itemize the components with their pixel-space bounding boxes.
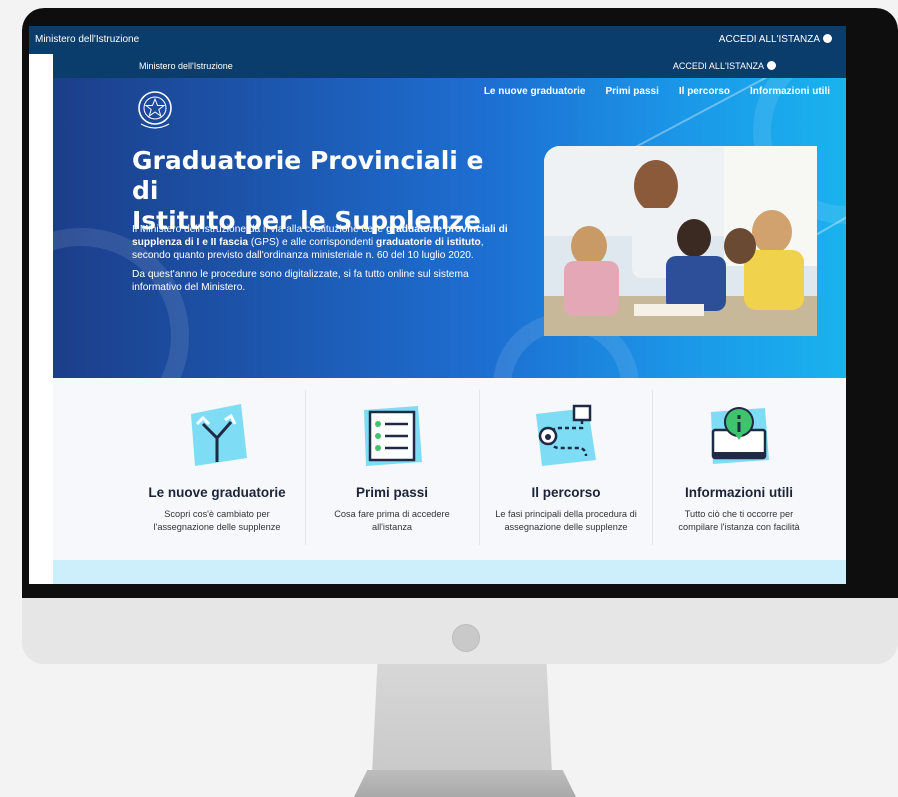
nav-bar: Ministero dell'Istruzione ACCEDI ALL'IST… — [53, 54, 846, 78]
nav-item-informazioni-utili[interactable]: Informazioni utili — [750, 86, 830, 97]
route-icon — [536, 404, 596, 466]
monitor-stand-base — [354, 770, 576, 797]
info-monitor-icon — [711, 407, 769, 464]
top-bar-login-link[interactable]: ACCEDI ALL'ISTANZA — [719, 34, 832, 45]
nav-item-primi-passi[interactable]: Primi passi — [606, 86, 659, 97]
nav-item-il-percorso[interactable]: Il percorso — [679, 86, 730, 97]
card-nuove-graduatorie[interactable]: Le nuove graduatorie Scopri cos'è cambia… — [131, 378, 303, 560]
card-description: Tutto ciò che ti occorre per compilare l… — [678, 509, 800, 532]
hero-paragraph: Il Ministero dell'Istruzione dà il via a… — [132, 224, 508, 261]
page-title-line: Graduatorie Provinciali e di — [132, 146, 484, 205]
card-primi-passi[interactable]: Primi passi Cosa fare prima di accedere … — [306, 378, 478, 560]
card-informazioni-utili[interactable]: Informazioni utili Tutto ciò che ti occo… — [653, 378, 825, 560]
card-description: Le fasi principali della procedura di as… — [495, 509, 637, 532]
card-title: Le nuove graduatorie — [148, 485, 286, 500]
card-title: Informazioni utili — [685, 485, 793, 500]
monitor-stand — [372, 664, 552, 774]
card-description: Cosa fare prima di accedere all'istanza — [334, 509, 450, 532]
nav-login-link[interactable]: ACCEDI ALL'ISTANZA — [673, 61, 776, 71]
user-icon — [767, 61, 776, 70]
power-button-icon — [452, 624, 480, 652]
card-il-percorso[interactable]: Il percorso Le fasi principali della pro… — [480, 378, 652, 560]
monitor-chin — [22, 598, 898, 664]
top-bar-ministry-link[interactable]: Ministero dell'Istruzione — [35, 34, 139, 45]
nav-ministry-link[interactable]: Ministero dell'Istruzione — [139, 61, 233, 71]
user-icon — [823, 34, 832, 43]
classroom-photo — [544, 146, 817, 336]
card-title: Primi passi — [355, 485, 429, 500]
hero-description: Il Ministero dell'Istruzione dà il via a… — [132, 223, 517, 300]
checklist-icon — [364, 406, 422, 466]
hero-photo — [544, 146, 817, 336]
footer-band — [53, 560, 846, 584]
card-title: Il percorso — [531, 485, 601, 500]
nav-item-nuove-graduatorie[interactable]: Le nuove graduatorie — [484, 86, 586, 97]
republic-emblem-icon — [138, 91, 172, 129]
hero-paragraph: Da quest'anno le procedure sono digitali… — [132, 269, 469, 293]
hero-navigation: Le nuove graduatorie Primi passi Il perc… — [484, 86, 830, 97]
screen: Ministero dell'Istruzione ACCEDI ALL'IST… — [29, 26, 846, 584]
top-bar: Ministero dell'Istruzione ACCEDI ALL'IST… — [29, 26, 846, 54]
card-description: Scopri cos'è cambiato per l'assegnazione… — [153, 509, 281, 532]
directions-icon — [191, 404, 247, 466]
feature-cards: Le nuove graduatorie Scopri cos'è cambia… — [53, 378, 846, 560]
hero-section: Le nuove graduatorie Primi passi Il perc… — [53, 78, 846, 378]
